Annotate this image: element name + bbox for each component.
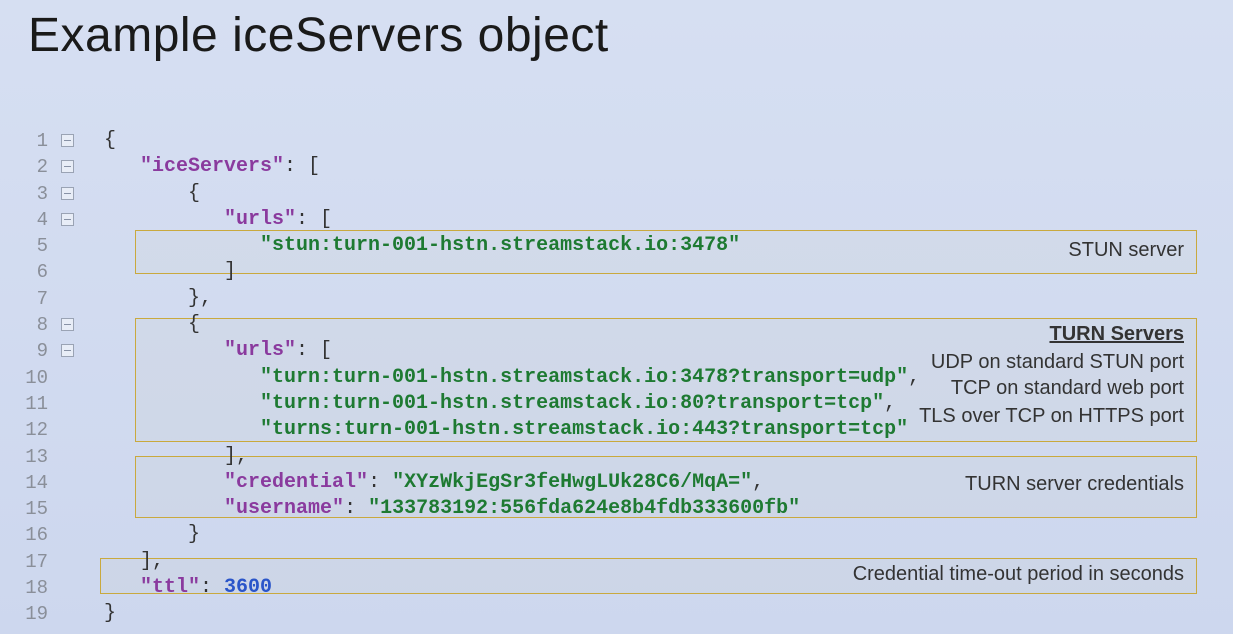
fold-icon[interactable] [61,213,74,226]
line-number: 18 [0,575,58,601]
fold-icon[interactable] [61,134,74,147]
code-token: { [188,182,200,205]
code-key: "username" [224,497,344,520]
code-line: 2 "iceServers": [ [0,154,1233,180]
code-token: } [104,602,116,625]
code-number: 3600 [224,576,272,599]
code-key: "iceServers" [140,155,284,178]
code-key: "urls" [224,208,296,231]
code-string: "133783192:556fda624e8b4fdb333600fb" [368,497,800,520]
line-number: 14 [0,470,58,496]
code-key: "urls" [224,339,296,362]
code-line: 3 { [0,181,1233,207]
code-line: 18 "ttl": 3600 [0,575,1233,601]
code-token: ] [224,260,236,283]
code-token: { [104,129,116,152]
code-line: 11 "turn:turn-001-hstn.streamstack.io:80… [0,391,1233,417]
line-number: 12 [0,417,58,443]
code-token: : [ [284,155,320,178]
code-line: 15 "username": "133783192:556fda624e8b4f… [0,496,1233,522]
code-line: 5 "stun:turn-001-hstn.streamstack.io:347… [0,233,1233,259]
code-block: STUN server TURN Servers UDP on standard… [0,128,1233,628]
code-token: }, [188,287,212,310]
line-number: 3 [0,181,58,207]
fold-icon[interactable] [61,344,74,357]
code-key: "credential" [224,471,368,494]
code-line: 8 { [0,312,1233,338]
line-number: 11 [0,391,58,417]
code-line: 6 ] [0,259,1233,285]
fold-icon[interactable] [61,318,74,331]
fold-icon[interactable] [61,160,74,173]
fold-icon[interactable] [61,187,74,200]
line-number: 8 [0,312,58,338]
code-line: 14 "credential": "XYzWkjEgSr3feHwgLUk28C… [0,470,1233,496]
code-token: } [188,523,200,546]
code-string: "turns:turn-001-hstn.streamstack.io:443?… [260,418,908,441]
line-number: 13 [0,444,58,470]
code-string: "turn:turn-001-hstn.streamstack.io:3478?… [260,366,908,389]
code-line: 10 "turn:turn-001-hstn.streamstack.io:34… [0,365,1233,391]
code-token: : [200,576,224,599]
line-number: 5 [0,233,58,259]
code-line: 1{ [0,128,1233,154]
code-line: 17 ], [0,549,1233,575]
line-number: 7 [0,286,58,312]
code-token: : [368,471,392,494]
code-line: 4 "urls": [ [0,207,1233,233]
code-line: 13 ], [0,444,1233,470]
code-line: 16 } [0,522,1233,548]
code-token: : [ [296,208,332,231]
line-number: 1 [0,128,58,154]
code-line: 12 "turns:turn-001-hstn.streamstack.io:4… [0,417,1233,443]
code-token: ], [224,445,248,468]
line-number: 2 [0,154,58,180]
code-token: { [188,313,200,336]
code-line: 7 }, [0,286,1233,312]
line-number: 9 [0,338,58,364]
code-token: , [908,366,920,389]
code-line: 9 "urls": [ [0,338,1233,364]
code-token: : [ [296,339,332,362]
line-number: 17 [0,549,58,575]
code-line: 19} [0,601,1233,627]
code-token: , [752,471,764,494]
code-string: "stun:turn-001-hstn.streamstack.io:3478" [260,234,740,257]
line-number: 4 [0,207,58,233]
line-number: 19 [0,601,58,627]
code-token: ], [140,550,164,573]
line-number: 16 [0,522,58,548]
code-token: : [344,497,368,520]
code-string: "turn:turn-001-hstn.streamstack.io:80?tr… [260,392,884,415]
slide-title: Example iceServers object [28,8,609,63]
line-number: 10 [0,365,58,391]
code-key: "ttl" [140,576,200,599]
line-number: 15 [0,496,58,522]
code-string: "XYzWkjEgSr3feHwgLUk28C6/MqA=" [392,471,752,494]
code-token: , [884,392,896,415]
line-number: 6 [0,259,58,285]
